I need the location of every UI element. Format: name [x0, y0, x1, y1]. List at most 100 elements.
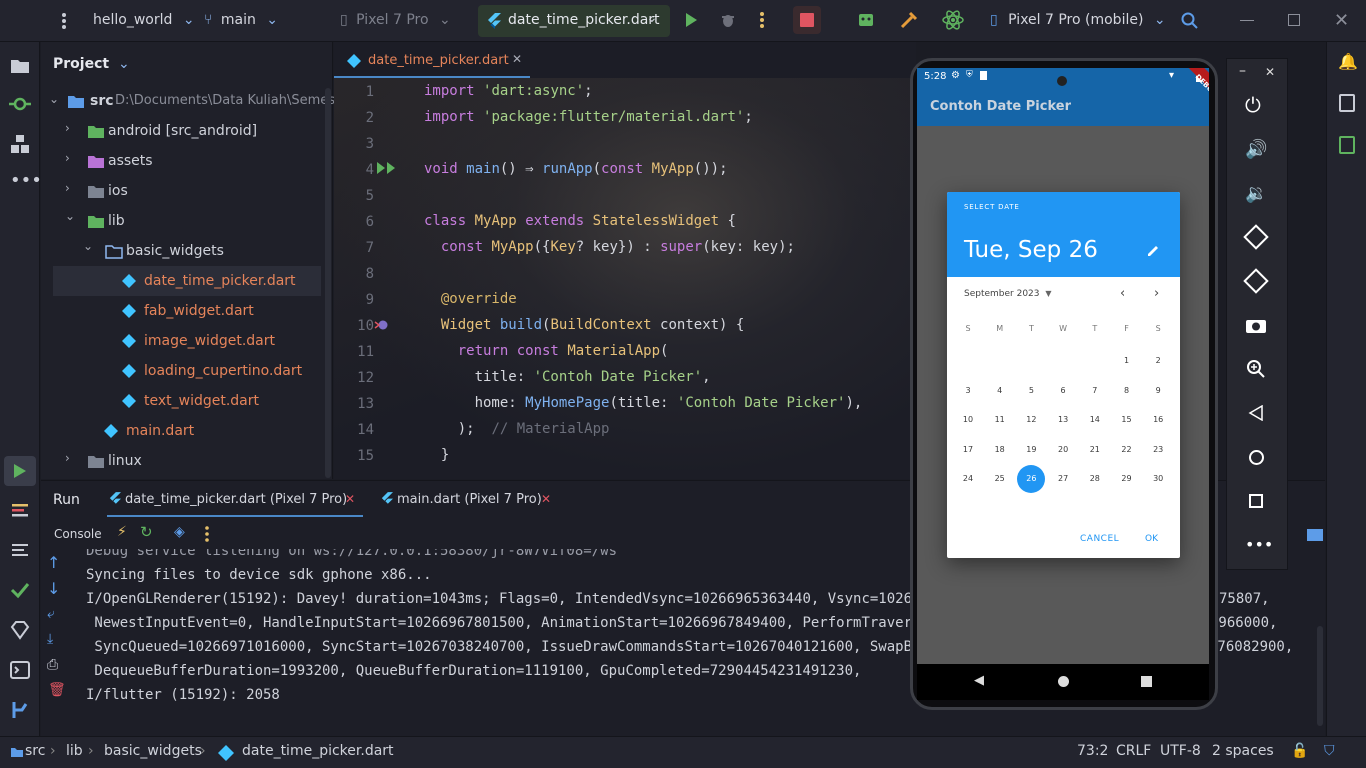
calendar-day[interactable]: 12: [1019, 413, 1043, 427]
debug-icon[interactable]: [720, 11, 736, 29]
rotate-left-icon[interactable]: [1243, 224, 1269, 250]
branch-selector[interactable]: ⑂ main ⌄: [204, 12, 278, 28]
cancel-button[interactable]: CANCEL: [1080, 534, 1119, 544]
calendar-day[interactable]: 14: [1083, 413, 1107, 427]
device-manager-icon[interactable]: [856, 10, 876, 30]
tree-item-basic-widgets[interactable]: ⌄ basic_widgets: [41, 236, 321, 266]
terminal-icon[interactable]: [8, 658, 32, 682]
search-icon[interactable]: [1181, 12, 1199, 30]
more-actions-icon[interactable]: [203, 526, 211, 542]
calendar-day[interactable]: 20: [1051, 443, 1075, 457]
calendar-day[interactable]: 8: [1115, 384, 1139, 398]
react-devtools-icon[interactable]: [942, 9, 964, 31]
gem-icon[interactable]: [8, 618, 32, 642]
more-options-icon[interactable]: •••: [1245, 535, 1273, 554]
tree-item-ios[interactable]: › ios: [41, 176, 321, 206]
nav-home-icon[interactable]: [1058, 676, 1069, 687]
calendar-day[interactable]: 2: [1146, 354, 1170, 368]
breadcrumb-item[interactable]: date_time_picker.dart: [242, 743, 394, 759]
tree-item-date-time-picker[interactable]: date_time_picker.dart: [53, 266, 321, 296]
breadcrumb-item[interactable]: src: [25, 743, 45, 759]
more-actions-icon[interactable]: [756, 11, 768, 29]
run-tool-button[interactable]: [4, 456, 36, 486]
layout-toggle-icon[interactable]: [1307, 529, 1323, 541]
devtools-icon[interactable]: ◈: [174, 524, 185, 540]
close-tab-icon[interactable]: ✕: [345, 492, 355, 506]
calendar-day[interactable]: 16: [1146, 413, 1170, 427]
tree-item-main-dart[interactable]: main.dart: [41, 416, 321, 446]
power-icon[interactable]: ⏻: [1245, 93, 1261, 117]
calendar-day[interactable]: 24: [956, 472, 980, 486]
breadcrumb-item[interactable]: lib: [66, 743, 83, 759]
calendar-day[interactable]: 17: [956, 443, 980, 457]
editor-tab-date-time-picker[interactable]: date_time_picker.dart ✕: [334, 42, 530, 78]
tree-item-linux[interactable]: › linux: [41, 446, 321, 476]
device-selector[interactable]: ▯ Pixel 7 Pro ⌄: [340, 12, 451, 28]
calendar-day-selected[interactable]: 26: [1017, 465, 1046, 494]
hot-reload-icon[interactable]: ⚡: [117, 524, 127, 540]
logcat-icon[interactable]: [8, 498, 32, 522]
month-selector[interactable]: September 2023 ▼: [964, 289, 1052, 299]
stop-button[interactable]: [793, 6, 821, 34]
target-device-selector[interactable]: ▯ Pixel 7 Pro (mobile) ⌄: [990, 12, 1166, 28]
shield-icon[interactable]: ⛉: [1324, 743, 1335, 759]
tree-root-src[interactable]: ⌄ src D:\Documents\Data Kuliah\Semeste: [41, 86, 348, 116]
override-gutter-icon[interactable]: [374, 318, 390, 332]
run-main-gutter-icon[interactable]: [376, 161, 398, 175]
notifications-icon[interactable]: 🔔: [1338, 52, 1358, 71]
restore-window-icon[interactable]: [1288, 14, 1300, 26]
structure-icon[interactable]: [8, 132, 32, 156]
calendar-day[interactable]: 1: [1115, 354, 1139, 368]
check-icon[interactable]: [8, 578, 32, 602]
console-scrollbar[interactable]: [1317, 626, 1323, 726]
calendar-day[interactable]: 13: [1051, 413, 1075, 427]
tree-item-lib[interactable]: ⌄ lib: [41, 206, 321, 236]
calendar-day[interactable]: 15: [1115, 413, 1139, 427]
device-mirror-icon[interactable]: [1339, 94, 1355, 112]
tree-item-text-widget[interactable]: text_widget.dart: [41, 386, 321, 416]
zoom-icon[interactable]: [1246, 359, 1266, 379]
calendar-day[interactable]: 28: [1083, 472, 1107, 486]
build-tools-icon[interactable]: [899, 10, 919, 30]
run-icon[interactable]: [684, 12, 698, 28]
calendar-day[interactable]: 10: [956, 413, 980, 427]
nav-recents-icon[interactable]: [1141, 676, 1152, 687]
calendar-day[interactable]: 11: [988, 413, 1012, 427]
edit-pencil-icon[interactable]: [1146, 244, 1160, 258]
tree-item-loading-cupertino[interactable]: loading_cupertino.dart: [41, 356, 321, 386]
git-icon[interactable]: [8, 698, 32, 722]
run-tab-main[interactable]: main.dart (Pixel 7 Pro) ✕: [379, 481, 557, 517]
back-icon[interactable]: [1248, 405, 1264, 421]
run-tab-date-time-picker[interactable]: date_time_picker.dart (Pixel 7 Pro) ✕: [107, 481, 363, 517]
hot-restart-icon[interactable]: ↻: [140, 523, 153, 541]
ok-button[interactable]: OK: [1145, 534, 1158, 544]
nav-back-icon[interactable]: ◀: [974, 673, 984, 688]
console-tab[interactable]: Console: [54, 527, 102, 541]
folder-icon[interactable]: [8, 54, 32, 78]
calendar-day[interactable]: 7: [1083, 384, 1107, 398]
calendar-day[interactable]: 27: [1051, 472, 1075, 486]
file-encoding[interactable]: UTF-8: [1160, 743, 1201, 759]
line-ending[interactable]: CRLF: [1116, 743, 1151, 759]
calendar-day[interactable]: 6: [1051, 384, 1075, 398]
calendar-day[interactable]: 25: [988, 472, 1012, 486]
tree-item-image-widget[interactable]: image_widget.dart: [41, 326, 321, 356]
rotate-right-icon[interactable]: [1243, 268, 1269, 294]
camera-icon[interactable]: [1245, 316, 1267, 334]
calendar-day[interactable]: 30: [1146, 472, 1170, 486]
commit-icon[interactable]: [8, 92, 32, 116]
tree-item-assets[interactable]: › assets: [41, 146, 321, 176]
run-config-selector[interactable]: date_time_picker.dart ⌄: [478, 5, 670, 37]
code-editor[interactable]: date_time_picker.dart ✕ 1 2 3 4 5 6 7 8 9 10 11 12 1…: [334, 42, 916, 479]
close-emulator-icon[interactable]: ✕: [1265, 65, 1275, 79]
close-tab-icon[interactable]: ✕: [512, 52, 522, 66]
close-tab-icon[interactable]: ✕: [541, 492, 551, 506]
todo-icon[interactable]: [8, 538, 32, 562]
calendar-day[interactable]: 23: [1146, 443, 1170, 457]
minimize-emulator-icon[interactable]: –: [1239, 63, 1246, 79]
cursor-position[interactable]: 73:2: [1077, 743, 1108, 759]
close-window-icon[interactable]: ✕: [1334, 10, 1349, 31]
more-tools-icon[interactable]: •••: [10, 170, 42, 191]
tree-item-android[interactable]: › android [src_android]: [41, 116, 321, 146]
calendar-day[interactable]: 22: [1115, 443, 1139, 457]
